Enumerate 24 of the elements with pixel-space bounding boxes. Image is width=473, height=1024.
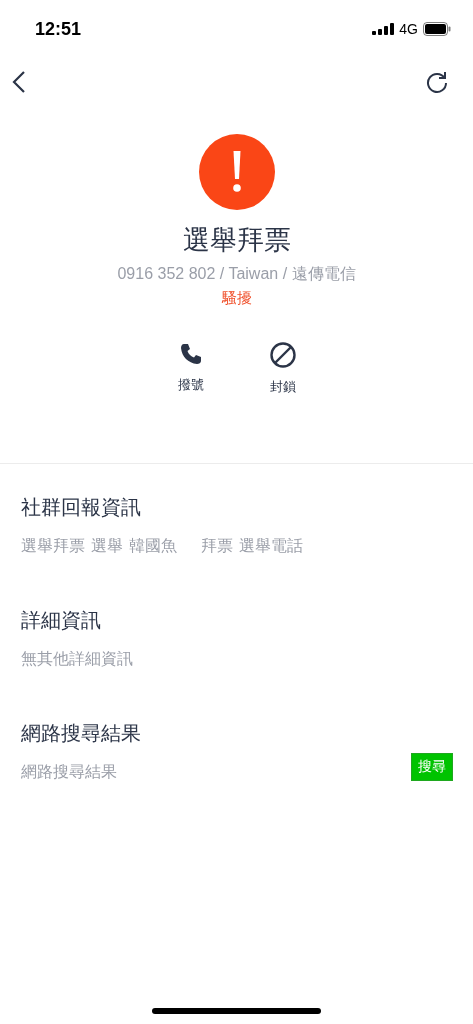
network-label: 4G	[399, 21, 418, 37]
call-button[interactable]: 撥號	[168, 342, 213, 396]
back-icon[interactable]	[12, 70, 26, 94]
signal-icon	[372, 23, 395, 35]
report-tag: 選舉拜票	[21, 535, 85, 557]
refresh-icon[interactable]	[425, 70, 449, 94]
section-text: 無其他詳細資訊	[21, 648, 133, 669]
section-title: 網路搜尋結果	[21, 721, 142, 746]
block-icon	[269, 342, 296, 368]
warning-icon	[198, 134, 275, 210]
section-title: 社群回報資訊	[21, 495, 142, 520]
report-tag: 選舉	[91, 535, 123, 557]
caller-name: 選舉拜票	[182, 224, 291, 257]
report-tag: 拜票	[201, 535, 233, 557]
report-tag: 選舉電話	[239, 535, 303, 557]
caller-details: 0916 352 802 / Taiwan / 遠傳電信	[117, 264, 356, 284]
report-tag: 韓國魚	[129, 535, 177, 557]
section-text: 網路搜尋結果	[21, 761, 117, 782]
battery-icon	[423, 22, 451, 36]
block-button[interactable]: 封鎖	[260, 342, 305, 396]
status-time: 12:51	[35, 18, 82, 40]
caller-category: 騷擾	[221, 289, 252, 308]
phone-icon	[178, 342, 203, 366]
section-title: 詳細資訊	[21, 608, 102, 633]
